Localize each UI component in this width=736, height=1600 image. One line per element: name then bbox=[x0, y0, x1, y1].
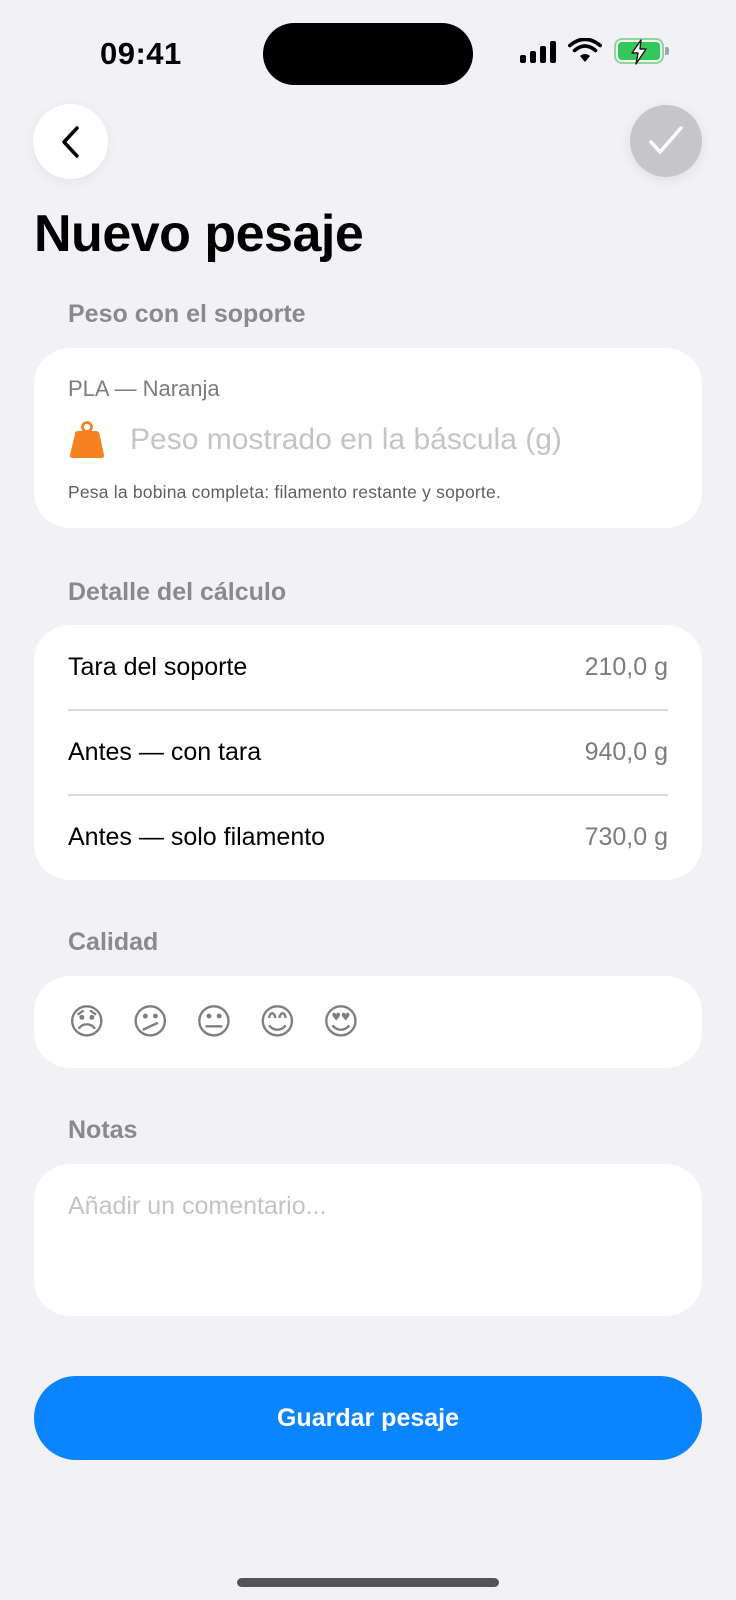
battery-icon bbox=[614, 38, 669, 65]
detail-card: Tara del soporte 210,0 g Antes — con tar… bbox=[34, 625, 702, 880]
detail-row-before-filament: Antes — solo filamento 730,0 g bbox=[68, 795, 668, 880]
status-icons bbox=[520, 38, 669, 65]
done-button[interactable] bbox=[630, 105, 702, 177]
status-time: 09:41 bbox=[100, 36, 182, 71]
detail-row-label: Antes — con tara bbox=[68, 738, 262, 766]
cellular-signal-icon bbox=[520, 39, 556, 63]
home-indicator bbox=[237, 1578, 499, 1587]
scale-weight-icon bbox=[69, 421, 105, 458]
page-title: Nuevo pesaje bbox=[34, 205, 364, 263]
detail-row-value: 730,0 g bbox=[584, 823, 668, 851]
weight-input[interactable] bbox=[130, 423, 650, 457]
wifi-icon bbox=[568, 38, 602, 62]
quality-option-very-bad[interactable]: 😞 bbox=[68, 1004, 106, 1040]
weight-hint: Pesa la bobina completa: filamento resta… bbox=[68, 482, 501, 502]
checkmark-icon bbox=[649, 126, 683, 154]
detail-row-tare: Tara del soporte 210,0 g bbox=[68, 625, 668, 710]
detail-row-before-with-tare: Antes — con tara 940,0 g bbox=[68, 710, 668, 795]
detail-row-value: 210,0 g bbox=[584, 653, 668, 681]
detail-row-label: Tara del soporte bbox=[68, 653, 248, 681]
dynamic-island bbox=[263, 23, 473, 85]
save-button[interactable]: Guardar pesaje bbox=[34, 1376, 702, 1460]
quality-option-neutral[interactable]: 😐 bbox=[195, 1004, 233, 1040]
spool-name: PLA — Naranja bbox=[68, 376, 220, 401]
quality-card: 😞 😕 😐 😊 😍 bbox=[34, 976, 702, 1068]
weight-card: PLA — Naranja Pesa la bobina completa: f… bbox=[34, 348, 702, 528]
detail-row-label: Antes — solo filamento bbox=[68, 823, 326, 851]
quality-option-bad[interactable]: 😕 bbox=[132, 1004, 170, 1040]
quality-section-label: Calidad bbox=[68, 928, 159, 956]
quality-option-excellent[interactable]: 😍 bbox=[322, 1004, 360, 1040]
chevron-left-icon bbox=[61, 125, 79, 158]
notes-input[interactable] bbox=[68, 1192, 668, 1288]
detail-row-value: 940,0 g bbox=[584, 738, 668, 766]
detail-section-label: Detalle del cálculo bbox=[68, 578, 287, 606]
weight-input-row bbox=[68, 420, 650, 460]
notes-section-label: Notas bbox=[68, 1116, 138, 1144]
notes-card bbox=[34, 1164, 702, 1316]
quality-option-good[interactable]: 😊 bbox=[259, 1004, 297, 1040]
back-button[interactable] bbox=[33, 104, 108, 179]
screen: 09:41 Nuevo pesaje Peso con el soporte P… bbox=[0, 0, 736, 1600]
weight-section-label: Peso con el soporte bbox=[68, 300, 306, 328]
